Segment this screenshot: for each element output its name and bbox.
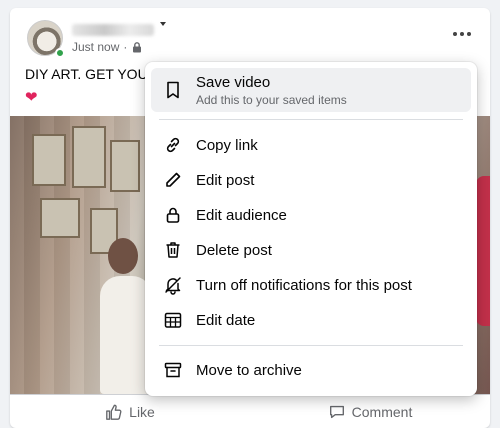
menu-item-move-to-archive[interactable]: Move to archive: [151, 353, 471, 387]
menu-item-sublabel: Add this to your saved items: [196, 92, 347, 107]
bell-off-icon: [162, 274, 184, 296]
person-figure: [108, 238, 138, 274]
wall-art: [40, 198, 80, 238]
wall-art: [72, 126, 106, 188]
online-status-dot: [55, 48, 65, 58]
menu-item-edit-post[interactable]: Edit post: [151, 163, 471, 197]
comment-icon: [329, 405, 344, 418]
dot-icon: [453, 32, 457, 36]
author-name-redacted[interactable]: [72, 24, 154, 36]
menu-item-label: Edit audience: [196, 206, 287, 224]
dot-icon: [460, 32, 464, 36]
archive-icon: [162, 359, 184, 381]
post-time[interactable]: Just now: [72, 40, 119, 54]
post-text: DIY ART. GET YOUF: [25, 66, 157, 82]
comment-button[interactable]: Comment: [250, 395, 490, 428]
menu-item-label: Edit date: [196, 311, 256, 329]
menu-item-label: Copy link: [196, 136, 258, 154]
menu-item-label: Save video: [196, 73, 271, 91]
like-button[interactable]: Like: [10, 395, 250, 428]
comment-label: Comment: [351, 403, 413, 420]
caret-down-icon: [160, 22, 166, 26]
more-options-button[interactable]: [450, 26, 474, 42]
menu-item-turn-off-notifications[interactable]: Turn off notifications for this post: [151, 268, 471, 302]
wall-art: [110, 140, 140, 192]
heart-icon: ❤: [25, 89, 38, 106]
wall-art: [32, 134, 66, 186]
link-icon: [162, 134, 184, 156]
thumbs-up-icon: [106, 404, 122, 420]
bookmark-icon: [162, 79, 184, 101]
menu-item-label: Edit post: [196, 171, 255, 189]
menu-item-edit-audience[interactable]: Edit audience: [151, 198, 471, 232]
menu-divider: [159, 119, 463, 120]
dot-icon: [467, 32, 471, 36]
post-meta: Just now ·: [72, 40, 143, 54]
pencil-icon: [162, 169, 184, 191]
menu-item-save-video[interactable]: Save video Add this to your saved items: [151, 68, 471, 112]
menu-divider: [159, 345, 463, 346]
menu-item-label: Turn off notifications for this post: [196, 276, 412, 294]
menu-item-edit-date[interactable]: Edit date: [151, 303, 471, 337]
calendar-icon: [162, 309, 184, 331]
meta-separator: ·: [123, 40, 128, 54]
menu-item-label: Move to archive: [196, 361, 302, 379]
menu-item-delete-post[interactable]: Delete post: [151, 233, 471, 267]
lock-icon: [162, 204, 184, 226]
post-options-menu: Save video Add this to your saved items …: [145, 62, 477, 396]
trash-icon: [162, 239, 184, 261]
post-action-bar: Like Comment: [10, 394, 490, 428]
menu-item-copy-link[interactable]: Copy link: [151, 128, 471, 162]
menu-item-label: Delete post: [196, 241, 272, 259]
like-label: Like: [129, 403, 155, 420]
person-figure: [476, 176, 490, 326]
lock-icon[interactable]: [131, 41, 143, 53]
